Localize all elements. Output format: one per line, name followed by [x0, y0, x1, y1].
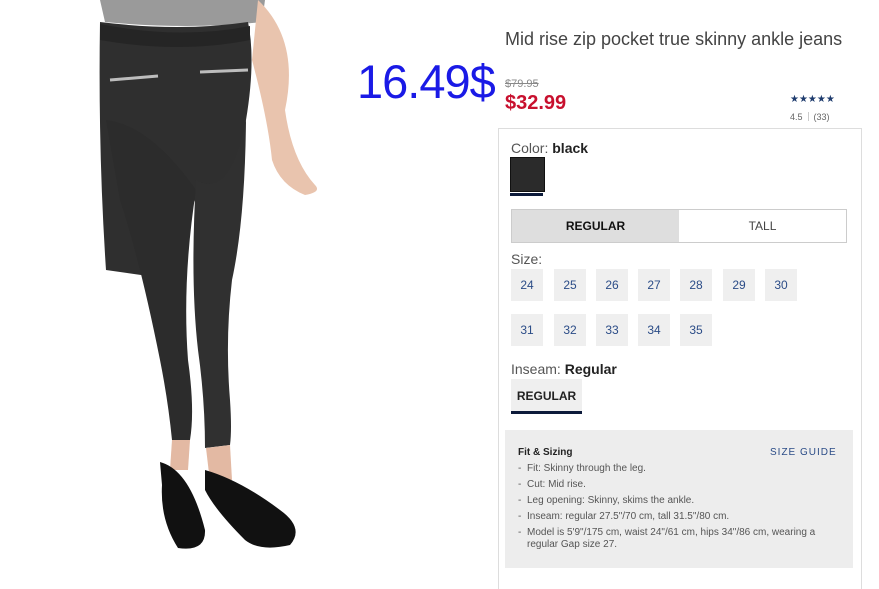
color-swatch-black[interactable]	[510, 157, 545, 192]
fit-item: Fit: Skinny through the leg.	[518, 463, 843, 475]
fit-item: Leg opening: Skinny, skims the ankle.	[518, 495, 843, 507]
size-option-25[interactable]: 25	[554, 269, 586, 301]
inseam-selected-indicator	[511, 411, 582, 414]
inseam-label: Inseam: Regular	[511, 361, 617, 377]
fit-toggle: REGULAR TALL	[511, 209, 847, 243]
swatch-selected-indicator	[510, 193, 543, 196]
size-label: Size:	[511, 251, 543, 267]
color-value: black	[552, 140, 589, 156]
inseam-option-regular[interactable]: REGULAR	[511, 379, 582, 412]
rating-divider	[807, 112, 809, 121]
rating-summary[interactable]: 4.5 (33)	[790, 112, 830, 122]
product-title: Mid rise zip pocket true skinny ankle je…	[505, 29, 843, 49]
fit-sizing-title: Fit & Sizing	[518, 447, 573, 458]
overlay-price: 16.49$	[357, 55, 496, 108]
rating-stars-icon[interactable]: ★★★★★	[790, 94, 835, 105]
fit-item: Cut: Mid rise.	[518, 479, 843, 491]
size-option-24[interactable]: 24	[511, 269, 543, 301]
fit-sizing-list: Fit: Skinny through the leg. Cut: Mid ri…	[518, 463, 843, 555]
sale-price: $32.99	[505, 92, 567, 114]
inseam-label-text: Inseam:	[511, 361, 561, 377]
color-label-text: Color:	[511, 140, 549, 156]
size-option-28[interactable]: 28	[680, 269, 712, 301]
size-option-27[interactable]: 27	[638, 269, 670, 301]
size-guide-link[interactable]: SIZE GUIDE	[770, 447, 837, 458]
review-count[interactable]: (33)	[814, 112, 830, 122]
size-option-35[interactable]: 35	[680, 314, 712, 346]
size-option-29[interactable]: 29	[723, 269, 755, 301]
fit-option-regular[interactable]: REGULAR	[512, 210, 679, 242]
fit-option-tall[interactable]: TALL	[679, 210, 846, 242]
size-option-30[interactable]: 30	[765, 269, 797, 301]
fit-item: Model is 5'9"/175 cm, waist 24"/61 cm, h…	[518, 527, 843, 551]
size-option-31[interactable]: 31	[511, 314, 543, 346]
original-price: $79.95	[505, 78, 539, 90]
size-option-34[interactable]: 34	[638, 314, 670, 346]
inseam-value: Regular	[564, 361, 617, 377]
size-option-32[interactable]: 32	[554, 314, 586, 346]
rating-value: 4.5	[790, 112, 803, 122]
size-option-26[interactable]: 26	[596, 269, 628, 301]
size-option-33[interactable]: 33	[596, 314, 628, 346]
color-label: Color: black	[511, 140, 588, 156]
fit-item: Inseam: regular 27.5"/70 cm, tall 31.5"/…	[518, 511, 843, 523]
